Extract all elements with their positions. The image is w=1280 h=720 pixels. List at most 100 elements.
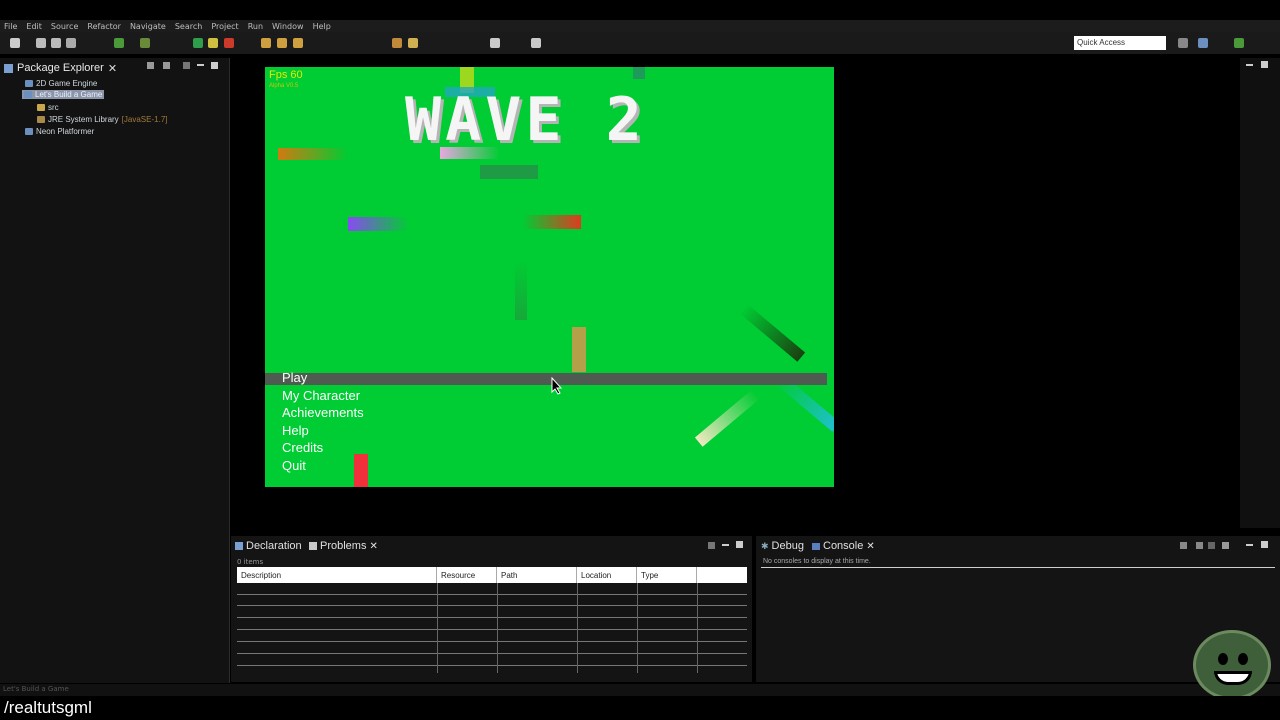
view-menu-icon[interactable] bbox=[1208, 542, 1215, 549]
forward-icon[interactable] bbox=[531, 38, 541, 48]
save-all-icon[interactable] bbox=[51, 38, 61, 48]
column-description[interactable]: Description bbox=[237, 567, 437, 583]
column-location[interactable]: Location bbox=[577, 567, 637, 583]
minimize-icon[interactable] bbox=[197, 64, 204, 66]
table-row bbox=[237, 629, 747, 630]
package-explorer-panel: Package Explorer ✕ 2D Game Engine Let's … bbox=[0, 58, 230, 683]
back-icon[interactable] bbox=[490, 38, 500, 48]
maximize-icon[interactable] bbox=[1261, 541, 1268, 548]
maximize-icon[interactable] bbox=[211, 62, 218, 69]
menu-help[interactable]: Help bbox=[313, 22, 331, 31]
menu-window[interactable]: Window bbox=[272, 22, 304, 31]
particle bbox=[348, 217, 408, 231]
open-perspective-icon[interactable] bbox=[1178, 38, 1188, 48]
maximize-icon[interactable] bbox=[1261, 61, 1268, 68]
declaration-icon bbox=[235, 542, 243, 550]
menu-file[interactable]: File bbox=[4, 22, 17, 31]
divider bbox=[761, 567, 1275, 568]
tab-declaration[interactable]: Declaration bbox=[235, 540, 302, 552]
menu-project[interactable]: Project bbox=[211, 22, 238, 31]
menu-run[interactable]: Run bbox=[248, 22, 263, 31]
menu-navigate[interactable]: Navigate bbox=[130, 22, 166, 31]
collapse-all-icon[interactable] bbox=[147, 62, 154, 69]
console-icon bbox=[812, 542, 820, 550]
column-divider bbox=[637, 583, 638, 673]
search-icon[interactable] bbox=[408, 38, 418, 48]
step-return-icon[interactable] bbox=[293, 38, 303, 48]
table-row bbox=[237, 653, 747, 654]
menu-item-achievements[interactable]: Achievements bbox=[282, 405, 364, 420]
tab-label: Console bbox=[823, 540, 864, 552]
java-perspective-icon[interactable] bbox=[1198, 38, 1208, 48]
print-icon[interactable] bbox=[66, 38, 76, 48]
menu-source[interactable]: Source bbox=[51, 22, 78, 31]
resume-icon[interactable] bbox=[193, 38, 203, 48]
problems-table-header: Description Resource Path Location Type bbox=[237, 567, 747, 583]
debug-icon: ✱ bbox=[761, 540, 769, 551]
debug-run-icon[interactable] bbox=[114, 38, 124, 48]
menu-selection-highlight bbox=[265, 373, 827, 385]
terminate-icon[interactable] bbox=[224, 38, 234, 48]
close-icon[interactable]: ✕ bbox=[108, 62, 117, 75]
particle bbox=[633, 67, 645, 79]
view-menu-icon[interactable] bbox=[708, 542, 715, 549]
problems-table: Description Resource Path Location Type bbox=[237, 567, 747, 673]
table-row bbox=[237, 641, 747, 642]
tree-item-jre-system-library[interactable]: JRE System Library [JavaSE-1.7] bbox=[37, 115, 168, 124]
open-console-icon[interactable] bbox=[1180, 542, 1187, 549]
wave-title: WAVE 2 bbox=[405, 85, 646, 155]
step-over-icon[interactable] bbox=[277, 38, 287, 48]
tree-item-lets-build-a-game[interactable]: Let's Build a Game bbox=[22, 90, 105, 99]
channel-mascot-logo bbox=[1193, 630, 1271, 700]
maximize-icon[interactable] bbox=[736, 541, 743, 548]
open-type-icon[interactable] bbox=[392, 38, 402, 48]
menu-item-quit[interactable]: Quit bbox=[282, 458, 306, 473]
minimize-icon[interactable] bbox=[1246, 544, 1253, 546]
tab-debug[interactable]: ✱ Debug bbox=[761, 540, 804, 552]
new-console-icon[interactable] bbox=[1222, 542, 1229, 549]
game-window[interactable]: Fps 60 Alpha V0.5 WAVE 2 Play My Charact… bbox=[265, 67, 834, 487]
menu-item-credits[interactable]: Credits bbox=[282, 440, 323, 455]
particle bbox=[515, 262, 527, 320]
debug-perspective-icon[interactable] bbox=[1234, 38, 1244, 48]
project-icon bbox=[24, 91, 32, 98]
menu-item-play[interactable]: Play bbox=[282, 370, 307, 385]
step-into-icon[interactable] bbox=[261, 38, 271, 48]
tree-item-neon-platformer[interactable]: Neon Platformer bbox=[25, 127, 94, 136]
table-row bbox=[237, 665, 747, 666]
display-console-icon[interactable] bbox=[1196, 542, 1203, 549]
particle bbox=[354, 454, 368, 487]
column-path[interactable]: Path bbox=[497, 567, 577, 583]
video-footer: /realtutsgml bbox=[0, 696, 1280, 720]
menu-edit[interactable]: Edit bbox=[26, 22, 42, 31]
tab-console[interactable]: Console ✕ bbox=[812, 540, 875, 552]
minimize-icon[interactable] bbox=[722, 544, 729, 546]
column-divider bbox=[697, 583, 698, 673]
new-icon[interactable] bbox=[10, 38, 20, 48]
tab-problems[interactable]: Problems ✕ bbox=[309, 540, 378, 552]
menu-item-help[interactable]: Help bbox=[282, 423, 309, 438]
close-icon[interactable]: ✕ bbox=[369, 541, 377, 552]
menu-item-my-character[interactable]: My Character bbox=[282, 388, 360, 403]
tab-label: Debug bbox=[771, 540, 804, 552]
project-icon bbox=[25, 128, 33, 135]
minimize-icon[interactable] bbox=[1246, 64, 1253, 66]
link-editor-icon[interactable] bbox=[163, 62, 170, 69]
particle bbox=[480, 165, 538, 179]
quick-access-input[interactable]: Quick Access bbox=[1074, 36, 1166, 50]
tree-item-2d-game-engine[interactable]: 2D Game Engine bbox=[25, 79, 97, 88]
save-icon[interactable] bbox=[36, 38, 46, 48]
tree-item-label: Neon Platformer bbox=[36, 127, 95, 136]
column-resource[interactable]: Resource bbox=[437, 567, 497, 583]
close-icon[interactable]: ✕ bbox=[866, 541, 874, 552]
column-type[interactable]: Type bbox=[637, 567, 697, 583]
tab-label: Problems bbox=[320, 540, 367, 552]
view-menu-icon[interactable] bbox=[183, 62, 190, 69]
suspend-icon[interactable] bbox=[208, 38, 218, 48]
tab-package-explorer[interactable]: Package Explorer ✕ bbox=[4, 60, 117, 76]
debug-icon[interactable] bbox=[140, 38, 150, 48]
tree-item-src[interactable]: src bbox=[37, 103, 59, 112]
menu-search[interactable]: Search bbox=[175, 22, 202, 31]
menu-refactor[interactable]: Refactor bbox=[87, 22, 121, 31]
mascot-eye bbox=[1218, 653, 1228, 665]
